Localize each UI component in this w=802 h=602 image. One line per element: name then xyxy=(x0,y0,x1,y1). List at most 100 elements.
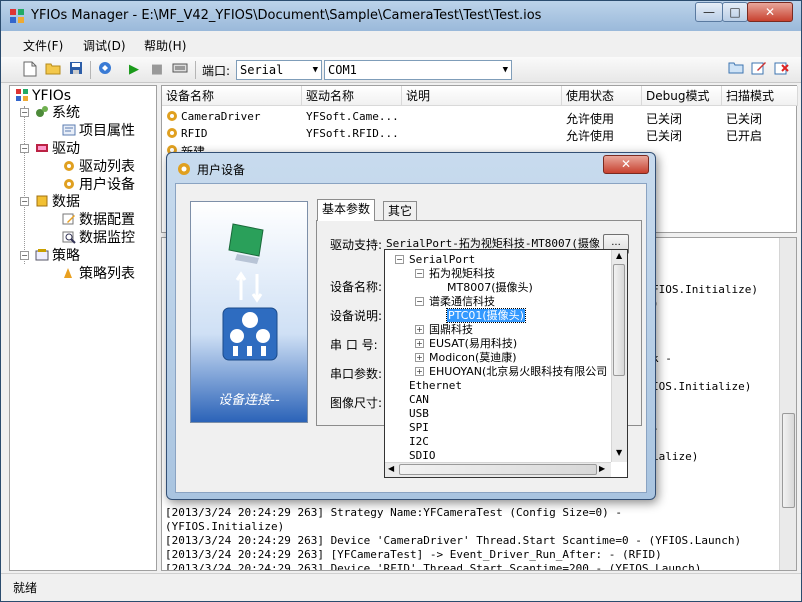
log-line: [2013/3/24 20:24:29 263] Device 'RFID' T… xyxy=(165,562,702,571)
tree-expander[interactable]: + xyxy=(415,367,424,376)
driver-tree-item[interactable]: SerialPort xyxy=(409,253,475,267)
device-desc-label: 设备说明: xyxy=(330,309,383,323)
tree-expander[interactable]: + xyxy=(415,353,424,362)
column-header-debug-mode[interactable]: Debug模式 xyxy=(642,86,722,106)
tree-expander[interactable]: + xyxy=(415,339,424,348)
log-scrollbar[interactable] xyxy=(779,238,796,570)
port-type-select[interactable]: Serial ▼ xyxy=(236,60,322,80)
tree-node-project-properties[interactable]: 项目属性 xyxy=(62,123,135,139)
column-header-device-name[interactable]: 设备名称 xyxy=(162,86,302,106)
tree-expander[interactable]: − xyxy=(20,251,29,260)
maximize-button[interactable]: □ xyxy=(722,2,748,22)
toolbar-separator xyxy=(195,61,196,79)
log-line: (YFIOS.Initialize) xyxy=(165,520,285,533)
new-file-icon[interactable] xyxy=(21,61,39,79)
log-line: [2013/3/24 20:24:29 263] Device 'CameraD… xyxy=(165,534,742,547)
tree-expander[interactable]: − xyxy=(20,108,29,117)
scroll-left-icon[interactable]: ◀ xyxy=(388,464,394,473)
stop-icon[interactable]: ■ xyxy=(148,61,166,79)
menu-debug[interactable]: 调试(D) xyxy=(83,37,126,54)
driver-tree-item[interactable]: PTC01(摄像头) xyxy=(446,308,526,323)
minimize-button[interactable]: — xyxy=(695,2,723,22)
driver-tree-item[interactable]: 国鼎科技 xyxy=(429,323,473,337)
dialog-close-button[interactable]: ✕ xyxy=(603,155,649,174)
tree-node-driver[interactable]: 驱动 xyxy=(35,141,80,157)
driver-tree-item-label: SerialPort xyxy=(409,253,476,266)
run-icon[interactable]: ▶ xyxy=(125,61,143,79)
scroll-up-icon[interactable]: ▲ xyxy=(616,251,622,260)
strategy-icon xyxy=(35,249,49,261)
open-folder-icon[interactable] xyxy=(44,61,62,79)
driver-icon xyxy=(36,144,48,152)
driver-tree-item-label: EUSAT(易用科技) xyxy=(429,337,518,350)
toolbar: ▶ ■ 端口: Serial ▼ COM1 ▼ xyxy=(1,57,801,83)
tree-node-system[interactable]: 系统 xyxy=(35,105,80,121)
database-icon xyxy=(36,195,48,207)
tree-node-driver-list[interactable]: 驱动列表 xyxy=(62,159,135,175)
driver-tree-item[interactable]: Modicon(莫迪康) xyxy=(429,351,517,365)
tree-node-label: 数据监控 xyxy=(79,230,135,246)
column-header-scan-mode[interactable]: 扫描模式 xyxy=(722,86,798,106)
tree-root[interactable]: YFIOs xyxy=(15,88,71,104)
driver-tree-item[interactable]: SDIO xyxy=(409,449,436,463)
popup-vertical-scrollbar[interactable]: ▲ ▼ xyxy=(611,250,627,462)
tree-node-user-device[interactable]: 用户设备 xyxy=(62,177,135,193)
cell-device-name: RFID xyxy=(181,127,208,140)
driver-tree-item[interactable]: SPI xyxy=(409,421,429,435)
tree-node-data-monitor[interactable]: 数据监控 xyxy=(62,230,135,246)
scroll-down-icon[interactable]: ▼ xyxy=(616,448,622,457)
close-button[interactable]: ✕ xyxy=(747,2,793,22)
tree-expander[interactable]: − xyxy=(415,297,424,306)
cell-driver-name: YFSoft.RFID... xyxy=(306,127,399,140)
scrollbar-thumb[interactable] xyxy=(399,464,597,475)
tree-expander[interactable]: − xyxy=(20,144,29,153)
image-size-label: 图像尺寸: xyxy=(330,396,383,410)
log-fragment: IOS.Initialize) xyxy=(652,380,752,393)
driver-tree-item[interactable]: USB xyxy=(409,407,429,421)
popup-horizontal-scrollbar[interactable]: ◀ ▶ xyxy=(385,462,611,477)
driver-tree-item[interactable]: EUSAT(易用科技) xyxy=(429,337,517,351)
tree-node-strategy-list[interactable]: 策略列表 xyxy=(62,266,135,282)
gear-icon xyxy=(166,127,178,139)
project-tree[interactable]: YFIOs − 系统 项目属性 − 驱动 驱动列表 用户设备 − 数据 数据配置… xyxy=(9,85,157,571)
driver-tree-item[interactable]: 谱柔通信科技 xyxy=(429,295,495,309)
tree-node-data[interactable]: 数据 xyxy=(35,194,80,210)
tree-node-data-config[interactable]: 数据配置 xyxy=(62,212,135,228)
tab-basic-params[interactable]: 基本参数 xyxy=(317,199,376,221)
driver-tree-item[interactable]: EHUOYAN(北京易火眼科技有限公司 xyxy=(429,365,607,379)
driver-tree-item[interactable]: MT8007(摄像头) xyxy=(447,281,533,295)
driver-tree-item[interactable]: I2C xyxy=(409,435,429,449)
column-header-description[interactable]: 说明 xyxy=(402,86,562,106)
status-text: 就绪 xyxy=(13,581,38,595)
tree-expander[interactable]: − xyxy=(395,255,404,264)
driver-tree-item[interactable]: Ethernet xyxy=(409,379,462,393)
tree-expander[interactable]: − xyxy=(20,197,29,206)
column-header-driver-name[interactable]: 驱动名称 xyxy=(302,86,402,106)
keyboard-icon[interactable] xyxy=(171,61,189,79)
save-icon[interactable] xyxy=(67,61,85,79)
menu-help[interactable]: 帮助(H) xyxy=(144,37,186,54)
scroll-right-icon[interactable]: ▶ xyxy=(599,464,605,473)
edit-icon[interactable] xyxy=(750,61,768,79)
com-port-select[interactable]: COM1 ▼ xyxy=(324,60,512,80)
scrollbar-thumb[interactable] xyxy=(613,264,625,376)
tree-node-strategy[interactable]: 策略 xyxy=(35,248,80,264)
driver-tree-item[interactable]: 拓为视矩科技 xyxy=(429,267,495,281)
driver-tree-item-label: SPI xyxy=(409,421,429,434)
folder-icon[interactable] xyxy=(727,61,745,79)
tree-expander[interactable]: − xyxy=(415,269,424,278)
serial-port-label: 串 口 号: xyxy=(330,338,378,352)
compile-icon[interactable] xyxy=(96,61,114,79)
delete-icon[interactable] xyxy=(773,61,791,79)
tree-expander[interactable]: + xyxy=(415,325,424,334)
tree-node-label: 策略列表 xyxy=(79,266,135,282)
title-bar[interactable]: YFIOs Manager - E:\MF_V42_YFIOS\Document… xyxy=(1,1,801,31)
column-header-status[interactable]: 使用状态 xyxy=(562,86,642,106)
driver-tree-item[interactable]: CAN xyxy=(409,393,429,407)
magnifier-icon xyxy=(62,231,76,244)
driver-support-label: 驱动支持: xyxy=(330,238,383,252)
scrollbar-thumb[interactable] xyxy=(782,413,795,508)
menu-file[interactable]: 文件(F) xyxy=(23,37,63,54)
driver-tree-popup[interactable]: − SerialPort − 拓为视矩科技 MT8007(摄像头) − 谱柔通信科技 PTC0… xyxy=(384,249,628,478)
tab-other[interactable]: 其它 xyxy=(383,201,418,221)
